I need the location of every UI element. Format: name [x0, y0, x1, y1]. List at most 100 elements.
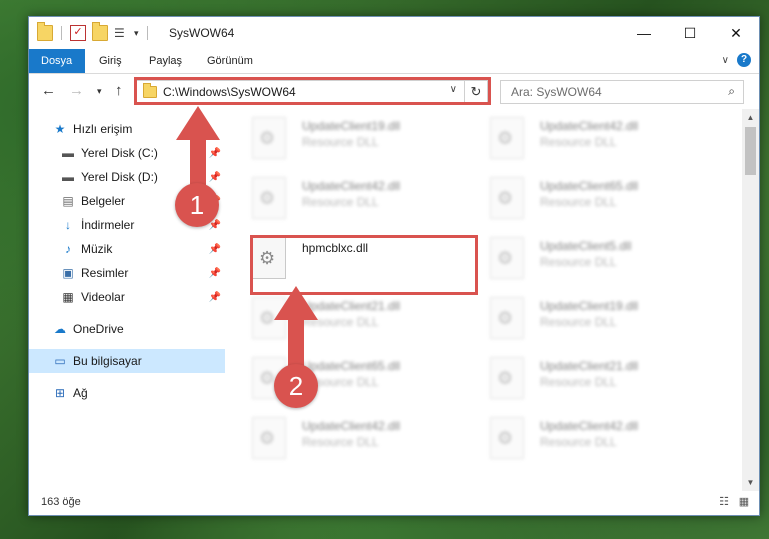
file-item[interactable]: UpdateClient65.dll Resource DLL	[474, 171, 704, 225]
details-view-icon[interactable]: ☷	[717, 495, 731, 509]
file-name: UpdateClient42.dll	[540, 119, 639, 133]
tab-share[interactable]: Paylaş	[137, 49, 194, 73]
pin-icon[interactable]: 📌	[209, 244, 221, 255]
properties-check-icon[interactable]: ✓	[70, 25, 86, 41]
drive-icon: ▬	[62, 170, 74, 184]
sidebar-item-label: Resimler	[81, 266, 129, 280]
toolbar-divider	[146, 26, 148, 40]
annotation-badge-1: 1	[175, 183, 219, 227]
sidebar-item-label: Hızlı erişim	[73, 122, 133, 136]
file-item[interactable]: UpdateClient42.dll Resource DLL	[474, 111, 704, 165]
file-type: Resource DLL	[540, 255, 617, 269]
file-item[interactable]: UpdateClient19.dll Resource DLL	[474, 291, 704, 345]
pictures-icon: ▣	[62, 266, 74, 280]
dll-file-icon	[490, 357, 524, 399]
new-folder-icon[interactable]	[92, 22, 108, 41]
sidebar-item-onedrive[interactable]: ☁ OneDrive	[29, 317, 225, 341]
dll-file-icon	[252, 417, 286, 459]
window-controls: — ☐ ✕	[621, 17, 759, 49]
tab-home[interactable]: Giriş	[87, 49, 134, 73]
sidebar-item-label: Belgeler	[81, 194, 126, 208]
ribbon-tabs: Dosya Giriş Paylaş Görünüm ∨ ?	[29, 49, 759, 74]
sidebar-item-this-pc[interactable]: ▭ Bu bilgisayar	[29, 349, 225, 373]
videos-icon: ▦	[62, 290, 74, 304]
scroll-thumb[interactable]	[745, 127, 756, 175]
star-icon: ★	[54, 122, 66, 136]
navigation-bar: ← → ▾ ↑ C:\Windows\SysWOW64 ∨ ↻ Ara: Sys…	[29, 74, 759, 108]
file-item[interactable]: UpdateClient21.dll Resource DLL	[474, 351, 704, 405]
pin-icon[interactable]: 📌	[209, 268, 221, 279]
file-item[interactable]: UpdateClient5.dll Resource DLL	[474, 231, 704, 285]
sidebar-item-network[interactable]: ⊞ Ağ	[29, 381, 225, 405]
toolbar-divider	[61, 26, 62, 40]
close-icon[interactable]: ✕	[713, 17, 759, 49]
download-icon: ↓	[65, 218, 71, 232]
sidebar-item-label: Yerel Disk (C:)	[81, 146, 158, 160]
search-icon[interactable]: ⌕	[728, 84, 735, 99]
sidebar-item-videos[interactable]: ▦ Videolar 📌	[29, 285, 225, 309]
sidebar-item-label: Bu bilgisayar	[73, 354, 142, 368]
search-placeholder: Ara: SysWOW64	[511, 85, 602, 99]
item-count: 163 öğe	[41, 496, 81, 508]
network-icon: ⊞	[54, 386, 66, 400]
tab-file[interactable]: Dosya	[29, 49, 85, 73]
file-item[interactable]: UpdateClient42.dll Resource DLL	[236, 411, 466, 465]
dll-file-icon	[490, 417, 524, 459]
up-arrow-icon[interactable]: ↑	[115, 82, 123, 99]
cloud-icon: ☁	[54, 322, 66, 336]
file-item[interactable]: UpdateClient42.dll Resource DLL	[236, 171, 466, 225]
sidebar-item-music[interactable]: ♪ Müzik 📌	[29, 237, 225, 261]
dll-file-icon	[490, 297, 524, 339]
dll-file-icon	[252, 117, 286, 159]
large-icons-view-icon[interactable]: ▦	[737, 495, 751, 509]
sidebar-item-label: OneDrive	[73, 322, 124, 336]
dll-file-icon	[490, 117, 524, 159]
file-type: Resource DLL	[540, 375, 617, 389]
file-type: Resource DLL	[540, 315, 617, 329]
properties-icon[interactable]: ☰	[114, 26, 128, 40]
file-name: UpdateClient5.dll	[540, 239, 632, 253]
ribbon-controls: ∨ ?	[722, 53, 751, 67]
sidebar-item-label: İndirmeler	[81, 218, 135, 232]
file-item[interactable]: UpdateClient42.dll Resource DLL	[474, 411, 704, 465]
file-name: UpdateClient42.dll	[302, 179, 401, 193]
explorer-window: ✓ ☰ ▾ SysWOW64 — ☐ ✕ Dosya Giriş Paylaş …	[28, 16, 760, 516]
vertical-scrollbar[interactable]: ▲ ▼	[742, 109, 759, 491]
help-icon[interactable]: ?	[737, 53, 751, 67]
sidebar-item-label: Videolar	[81, 290, 125, 304]
dll-file-icon	[490, 177, 524, 219]
pin-icon[interactable]: 📌	[209, 292, 221, 303]
file-item[interactable]: UpdateClient19.dll Resource DLL	[236, 111, 466, 165]
customize-toolbar-chevron-icon[interactable]: ▾	[134, 28, 139, 39]
annotation-arrow-2	[274, 286, 318, 372]
documents-icon: ▤	[62, 194, 74, 208]
drive-icon: ▬	[62, 146, 74, 160]
file-name: UpdateClient19.dll	[302, 119, 401, 133]
file-name: UpdateClient19.dll	[540, 299, 639, 313]
file-type: Resource DLL	[302, 135, 379, 149]
tab-view[interactable]: Görünüm	[195, 49, 265, 73]
annotation-badge-2: 2	[274, 364, 318, 408]
file-type: Resource DLL	[540, 435, 617, 449]
file-name: UpdateClient42.dll	[540, 419, 639, 433]
back-arrow-icon[interactable]: ←	[41, 82, 56, 99]
expand-ribbon-chevron-icon[interactable]: ∨	[722, 55, 729, 66]
music-icon: ♪	[65, 242, 71, 256]
sidebar-item-pictures[interactable]: ▣ Resimler 📌	[29, 261, 225, 285]
minimize-icon[interactable]: —	[621, 17, 667, 49]
folder-icon	[37, 22, 53, 41]
recent-locations-chevron-icon[interactable]: ▾	[97, 86, 102, 97]
quick-access-toolbar: ✓ ☰ ▾	[37, 22, 150, 41]
maximize-icon[interactable]: ☐	[667, 17, 713, 49]
scroll-down-icon[interactable]: ▼	[742, 474, 759, 491]
search-input[interactable]: Ara: SysWOW64 ⌕	[500, 80, 744, 104]
dll-file-icon	[252, 177, 286, 219]
status-bar: 163 öğe ☷ ▦	[29, 491, 759, 515]
forward-arrow-icon[interactable]: →	[69, 82, 84, 99]
window-title: SysWOW64	[169, 26, 235, 40]
file-name: UpdateClient42.dll	[302, 419, 401, 433]
scroll-up-icon[interactable]: ▲	[742, 109, 759, 126]
computer-icon: ▭	[54, 354, 66, 368]
file-name: UpdateClient21.dll	[540, 359, 639, 373]
file-name: UpdateClient65.dll	[540, 179, 639, 193]
